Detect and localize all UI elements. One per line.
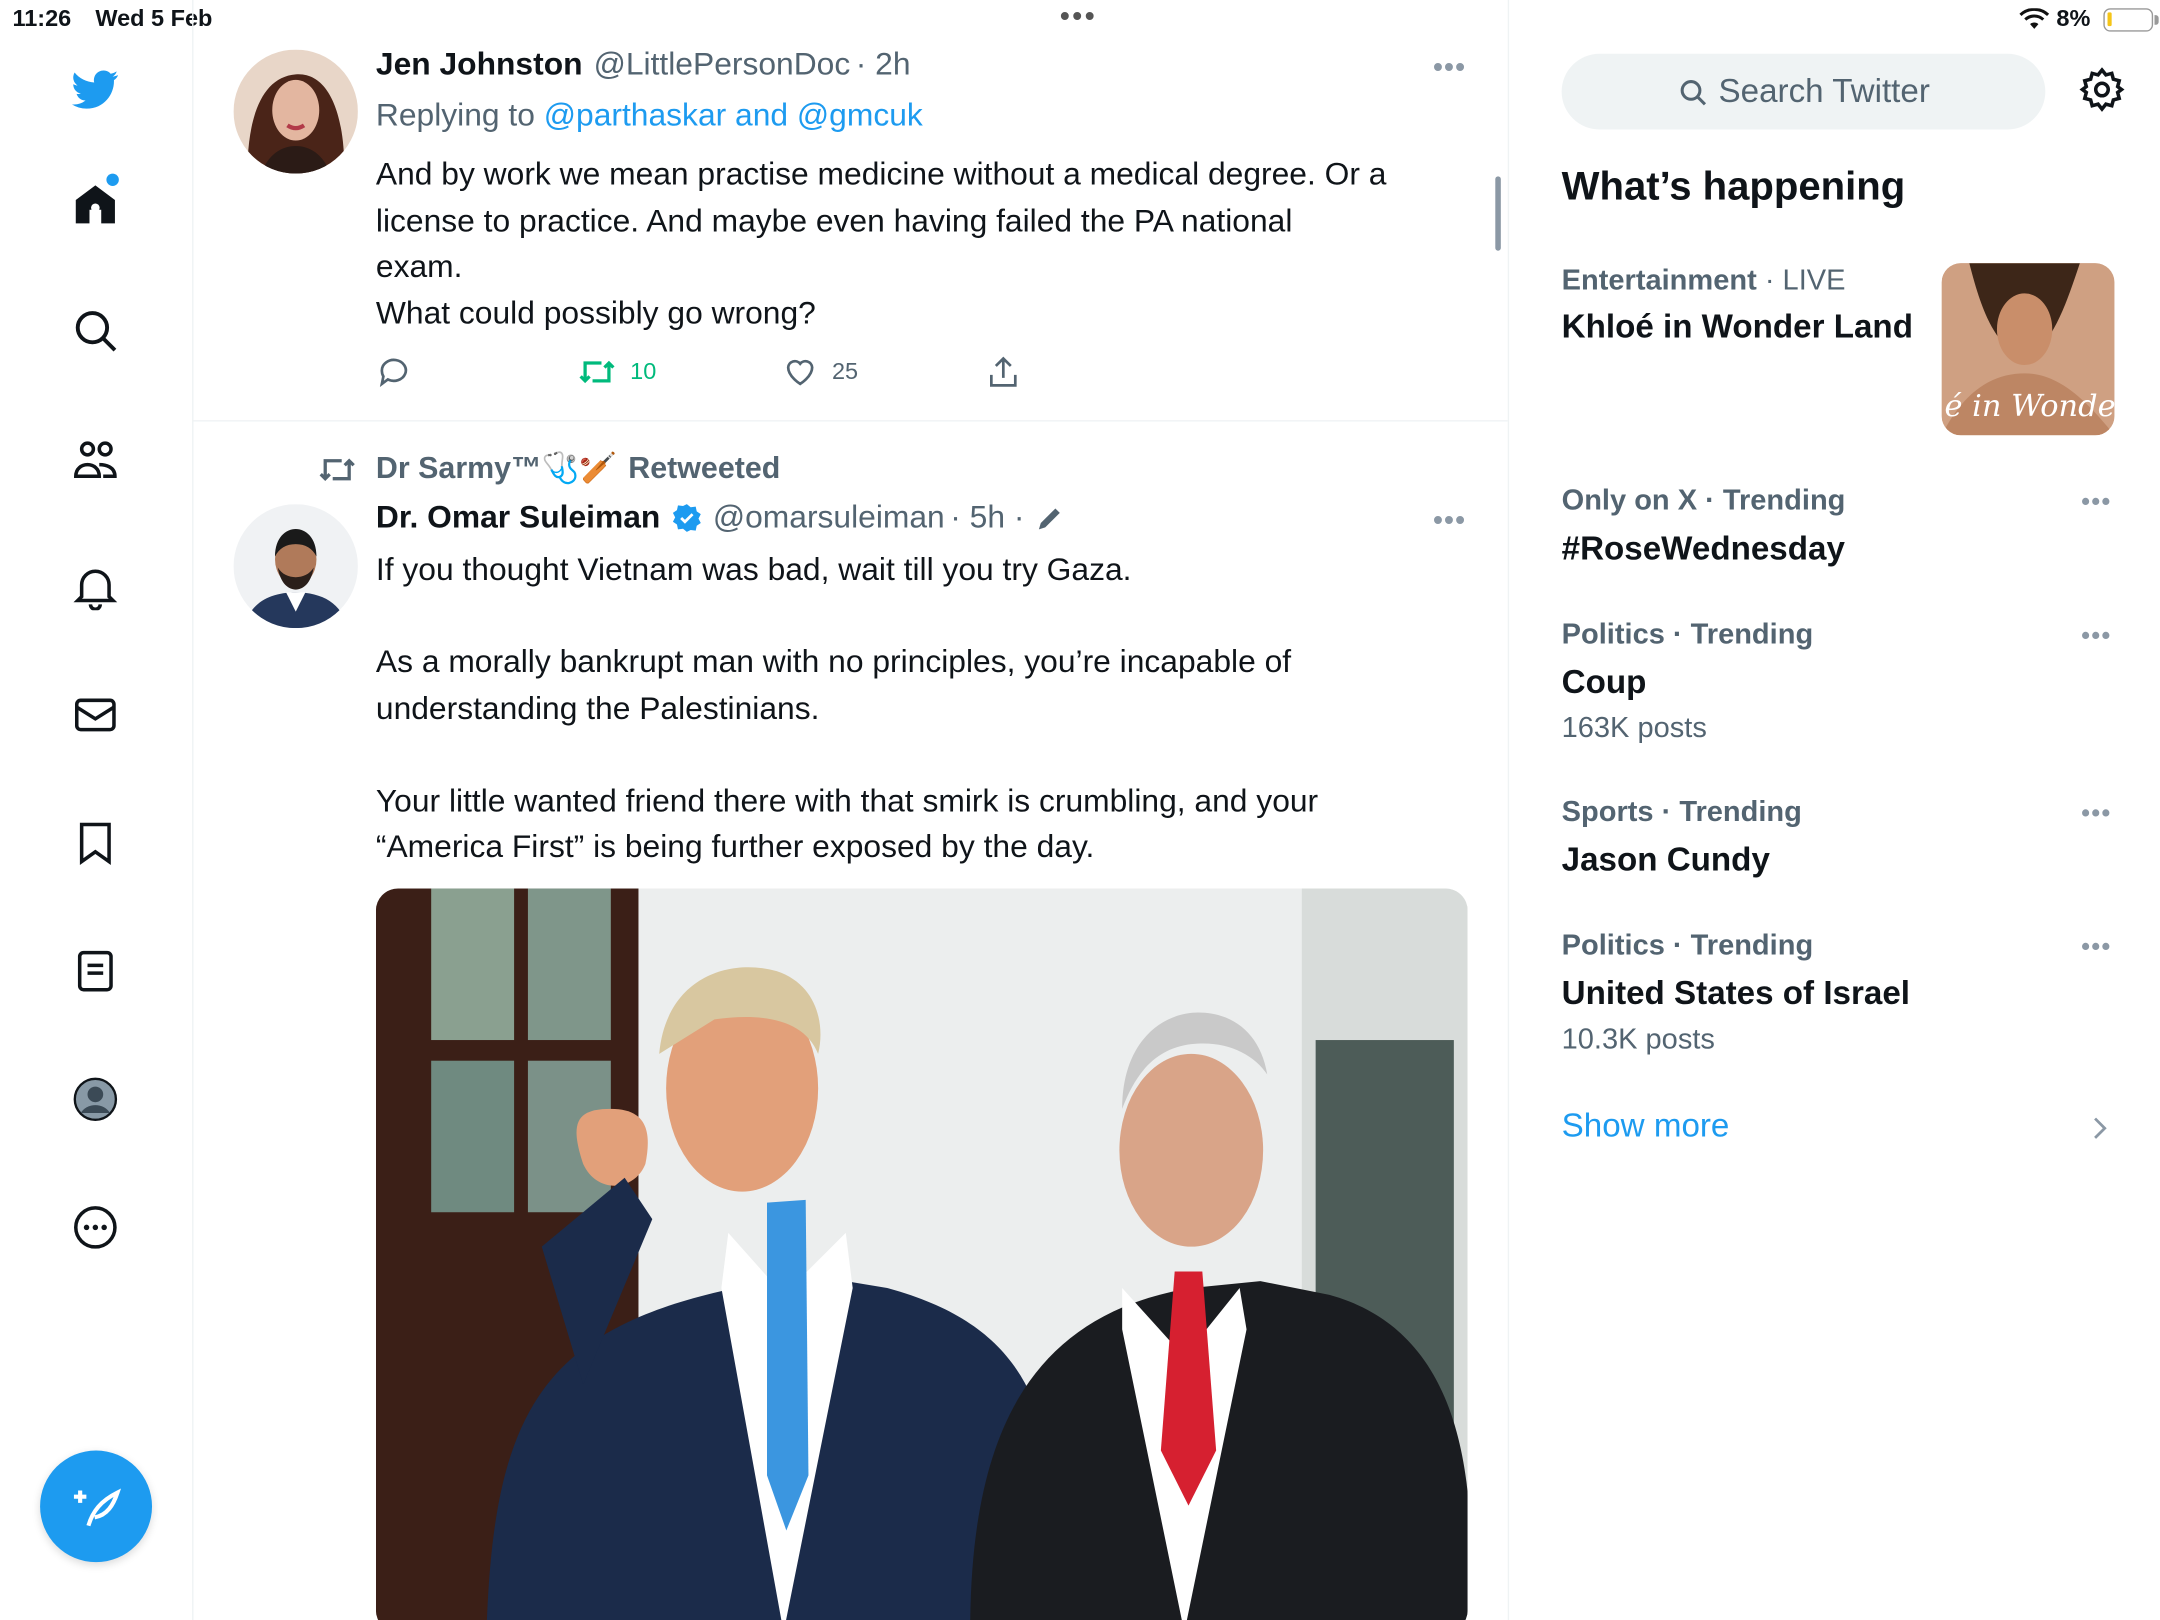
messages-mail-icon[interactable]	[68, 687, 123, 742]
retweet-button[interactable]: 10	[578, 354, 657, 390]
search-icon	[1679, 79, 1706, 105]
search-placeholder: Search Twitter	[1718, 72, 1930, 110]
communities-icon[interactable]	[68, 431, 123, 486]
trend-item-4[interactable]: Sports · Trending	[1562, 796, 1802, 829]
trend-image-text: é in Wonder L	[1944, 389, 2115, 425]
reply-icon	[379, 358, 408, 388]
tweet-text-line: And by work we mean practise medicine wi…	[375, 155, 1387, 192]
trend-live: · LIVE	[1764, 264, 1846, 297]
trend-category: Politics · Trending	[1561, 929, 1814, 962]
compose-tweet-button[interactable]	[40, 1450, 153, 1563]
replying-to-handles[interactable]: @parthaskar and @gmcuk	[544, 96, 923, 132]
tweet-text-line: As a morally bankrupt man with no princi…	[375, 643, 1292, 680]
trend-more-button[interactable]: •••	[2081, 621, 2111, 650]
tweet-text-line: What could possibly go wrong?	[375, 294, 816, 330]
sidebar-divider	[192, 0, 194, 1620]
like-button[interactable]: 25	[782, 354, 858, 390]
tweet-time[interactable]: · 5h ·	[950, 499, 1024, 536]
author-name[interactable]: Jen Johnston	[376, 45, 583, 82]
battery-icon	[2103, 8, 2154, 32]
retweet-icon	[579, 360, 615, 384]
search-twitter-input[interactable]: Search Twitter	[1561, 53, 2046, 130]
profile-avatar-icon[interactable]	[68, 1072, 123, 1127]
trend-title[interactable]: Jason Cundy	[1562, 842, 1770, 881]
tweet-text-line	[376, 593, 1468, 639]
tweet-divider	[192, 420, 1508, 422]
timeline-scrollbar[interactable]	[1495, 176, 1501, 251]
tweet-more-button[interactable]: •••	[1433, 52, 1466, 84]
verified-badge-icon	[672, 503, 701, 532]
tweet-text: And by work we mean practise medicine wi…	[376, 152, 1468, 337]
multitasking-dots[interactable]: •••	[1060, 1, 1097, 33]
tweet-text-line: “America First” is being further exposed…	[375, 827, 1095, 864]
tweet2-header: Dr. Omar Suleiman @omarsuleiman · 5h ·	[376, 499, 1066, 536]
avatar-omar-suleiman[interactable]	[233, 504, 358, 629]
replying-prefix: Replying to	[375, 96, 544, 133]
retweeted-label: Retweeted	[628, 450, 781, 485]
retweeted-by: Dr Sarmy™🩺🏏	[375, 450, 618, 485]
trend-more-button[interactable]: •••	[2081, 799, 2111, 828]
trend-title[interactable]: Coup	[1562, 664, 1647, 703]
heart-icon	[786, 359, 814, 386]
author-handle[interactable]: @LittlePersonDoc	[594, 45, 851, 82]
status-time: 11:26	[12, 5, 72, 32]
tweet-text-line: understanding the Palestinians.	[375, 689, 820, 726]
trend-item-1[interactable]: Entertainment · LIVE	[1562, 264, 1846, 297]
tweet1-header: Jen Johnston @LittlePersonDoc · 2h	[376, 45, 911, 82]
trend-post-count: 163K posts	[1561, 712, 1707, 744]
more-options-circle-icon[interactable]	[68, 1200, 123, 1255]
bookmark-icon[interactable]	[68, 816, 123, 871]
trend-title[interactable]: United States of Israel	[1562, 975, 1910, 1014]
whats-happening-title: What’s happening	[1561, 165, 1906, 210]
tweet-text-line: Your little wanted friend there with tha…	[375, 781, 1319, 818]
trend-more-button[interactable]: •••	[2081, 488, 2111, 517]
trend-category: Only on X · Trending	[1561, 484, 1846, 517]
trend-category: Politics · Trending	[1561, 618, 1814, 651]
author-handle[interactable]: @omarsuleiman	[713, 499, 945, 536]
home-notification-dot	[106, 173, 119, 186]
show-more-link[interactable]: Show more	[1562, 1108, 1730, 1147]
edited-pencil-icon[interactable]	[1036, 502, 1066, 532]
battery-percent: 8%	[2056, 5, 2091, 32]
retweet-context[interactable]: Dr Sarmy™🩺🏏 Retweeted	[376, 450, 780, 486]
tweet-text-line	[376, 731, 1468, 777]
trend-title[interactable]: #RoseWednesday	[1562, 530, 1845, 569]
retweet-count: 10	[630, 358, 657, 385]
chevron-right-icon[interactable]	[2090, 1114, 2109, 1142]
notifications-bell-icon[interactable]	[68, 559, 123, 614]
tweet-media-photo[interactable]	[375, 888, 1468, 1620]
tweet-text-line: license to practice. And maybe even havi…	[375, 201, 1293, 238]
timeline-divider	[1507, 0, 1510, 1620]
trend-item-5[interactable]: Politics · Trending	[1562, 930, 1814, 963]
search-icon[interactable]	[68, 303, 123, 358]
replying-to: Replying to @parthaskar and @gmcuk	[376, 96, 923, 133]
trend-post-count: 10.3K posts	[1561, 1023, 1715, 1056]
tweet-more-button[interactable]: •••	[1433, 506, 1466, 538]
settings-gear-icon[interactable]	[2073, 61, 2131, 119]
battery-tip	[2154, 15, 2159, 25]
tweet-text: If you thought Vietnam was bad, wait til…	[376, 547, 1468, 870]
reply-button[interactable]	[376, 354, 412, 390]
trend-thumbnail[interactable]: é in Wonder L	[1941, 263, 2115, 436]
trend-category: Entertainment	[1561, 264, 1757, 297]
retweeted-icon	[319, 458, 355, 482]
trend-category: Sports · Trending	[1561, 796, 1802, 828]
trend-title[interactable]: Khloé in Wonder Land	[1562, 309, 1913, 348]
trend-item-3[interactable]: Politics · Trending	[1562, 619, 1814, 652]
feather-plus-icon	[73, 1487, 121, 1526]
like-count: 25	[831, 358, 859, 385]
author-name[interactable]: Dr. Omar Suleiman	[376, 499, 660, 536]
lists-icon[interactable]	[68, 944, 123, 999]
tweet-text-line: If you thought Vietnam was bad, wait til…	[375, 551, 1132, 587]
trend-more-button[interactable]: •••	[2081, 933, 2111, 962]
tweet-text-line: exam.	[375, 247, 463, 284]
twitter-logo-icon[interactable]	[68, 62, 123, 117]
wifi-icon	[2019, 8, 2050, 29]
status-date: Wed 5 Feb	[95, 5, 213, 32]
avatar-jen-johnston[interactable]	[233, 49, 358, 174]
share-icon	[989, 356, 1017, 387]
share-button[interactable]	[985, 354, 1021, 390]
trend-item-2[interactable]: Only on X · Trending	[1562, 485, 1846, 518]
tweet-time[interactable]: · 2h	[856, 45, 911, 82]
